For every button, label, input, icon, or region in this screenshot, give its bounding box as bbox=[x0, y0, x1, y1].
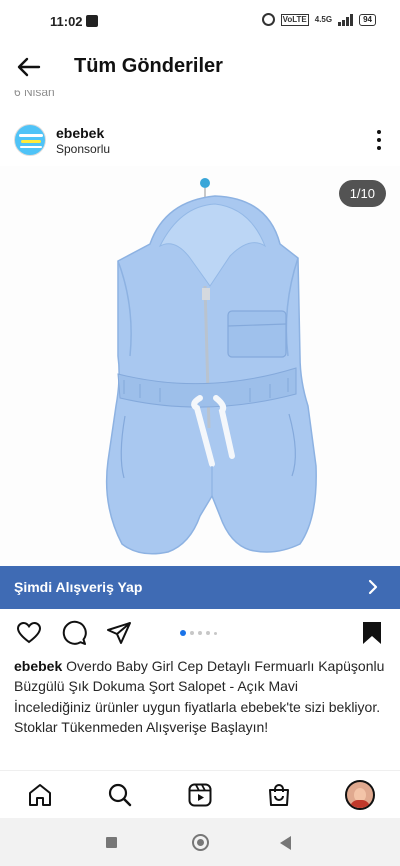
reels-icon[interactable] bbox=[187, 782, 213, 808]
caption-text: Overdo Baby Girl Cep Detaylı Fermuarlı K… bbox=[14, 658, 385, 694]
carousel-dot-active bbox=[180, 630, 186, 636]
caption-account[interactable]: ebebek bbox=[14, 658, 62, 674]
shop-icon[interactable] bbox=[266, 782, 292, 808]
bottom-navigation bbox=[0, 770, 400, 818]
recent-apps-icon[interactable] bbox=[106, 837, 117, 848]
signal-icon bbox=[338, 13, 354, 26]
arrow-left-icon[interactable] bbox=[16, 54, 42, 80]
media-counter: 1/10 bbox=[338, 180, 386, 207]
search-icon[interactable] bbox=[107, 782, 133, 808]
post-media[interactable]: 1/10 bbox=[0, 166, 400, 566]
carousel-dot bbox=[190, 631, 194, 635]
profile-avatar[interactable] bbox=[345, 780, 375, 810]
shop-now-button[interactable]: Şimdi Alışveriş Yap bbox=[0, 566, 400, 609]
home-icon[interactable] bbox=[27, 782, 53, 808]
more-options-icon[interactable] bbox=[376, 130, 382, 150]
carousel-dot bbox=[206, 631, 210, 635]
network-type: 4.5G bbox=[314, 15, 333, 24]
system-navigation bbox=[0, 818, 400, 866]
page-header: Tüm Gönderiler bbox=[0, 44, 400, 90]
home-circle-icon[interactable] bbox=[192, 834, 209, 851]
post-actions bbox=[0, 614, 400, 654]
volte-badge: VoLTE bbox=[280, 13, 309, 26]
product-image bbox=[105, 178, 317, 555]
page-title: Tüm Gönderiler bbox=[74, 55, 223, 77]
share-icon[interactable] bbox=[106, 620, 132, 646]
status-bar: 11:02 VoLTE 4.5G 94 bbox=[0, 0, 400, 44]
chevron-right-icon bbox=[368, 579, 378, 595]
status-indicators: VoLTE 4.5G 94 bbox=[261, 13, 376, 26]
status-time: 11:02 bbox=[50, 14, 83, 29]
account-avatar[interactable] bbox=[14, 124, 46, 156]
account-name[interactable]: ebebek bbox=[56, 125, 104, 141]
post-description: İncelediğiniz ürünler uygun fiyatlarla e… bbox=[14, 699, 381, 735]
carousel-dot bbox=[214, 631, 217, 635]
shop-now-label: Şimdi Alışveriş Yap bbox=[14, 579, 143, 595]
back-triangle-icon[interactable] bbox=[280, 836, 291, 850]
upload-icon bbox=[86, 15, 98, 27]
bookmark-icon[interactable] bbox=[359, 620, 385, 646]
carousel-dot bbox=[198, 631, 202, 635]
carousel-indicator bbox=[180, 630, 217, 636]
alarm-icon bbox=[261, 13, 275, 26]
comment-icon[interactable] bbox=[61, 620, 87, 646]
sponsored-label: Sponsorlu bbox=[56, 142, 111, 156]
battery-icon: 94 bbox=[359, 13, 376, 26]
post-header: ebebek Sponsorlu bbox=[0, 114, 400, 166]
heart-icon[interactable] bbox=[16, 620, 42, 646]
post-caption: ebebek Overdo Baby Girl Cep Detaylı Ferm… bbox=[14, 656, 386, 696]
previous-post-date: 6 Nisan bbox=[14, 90, 55, 98]
